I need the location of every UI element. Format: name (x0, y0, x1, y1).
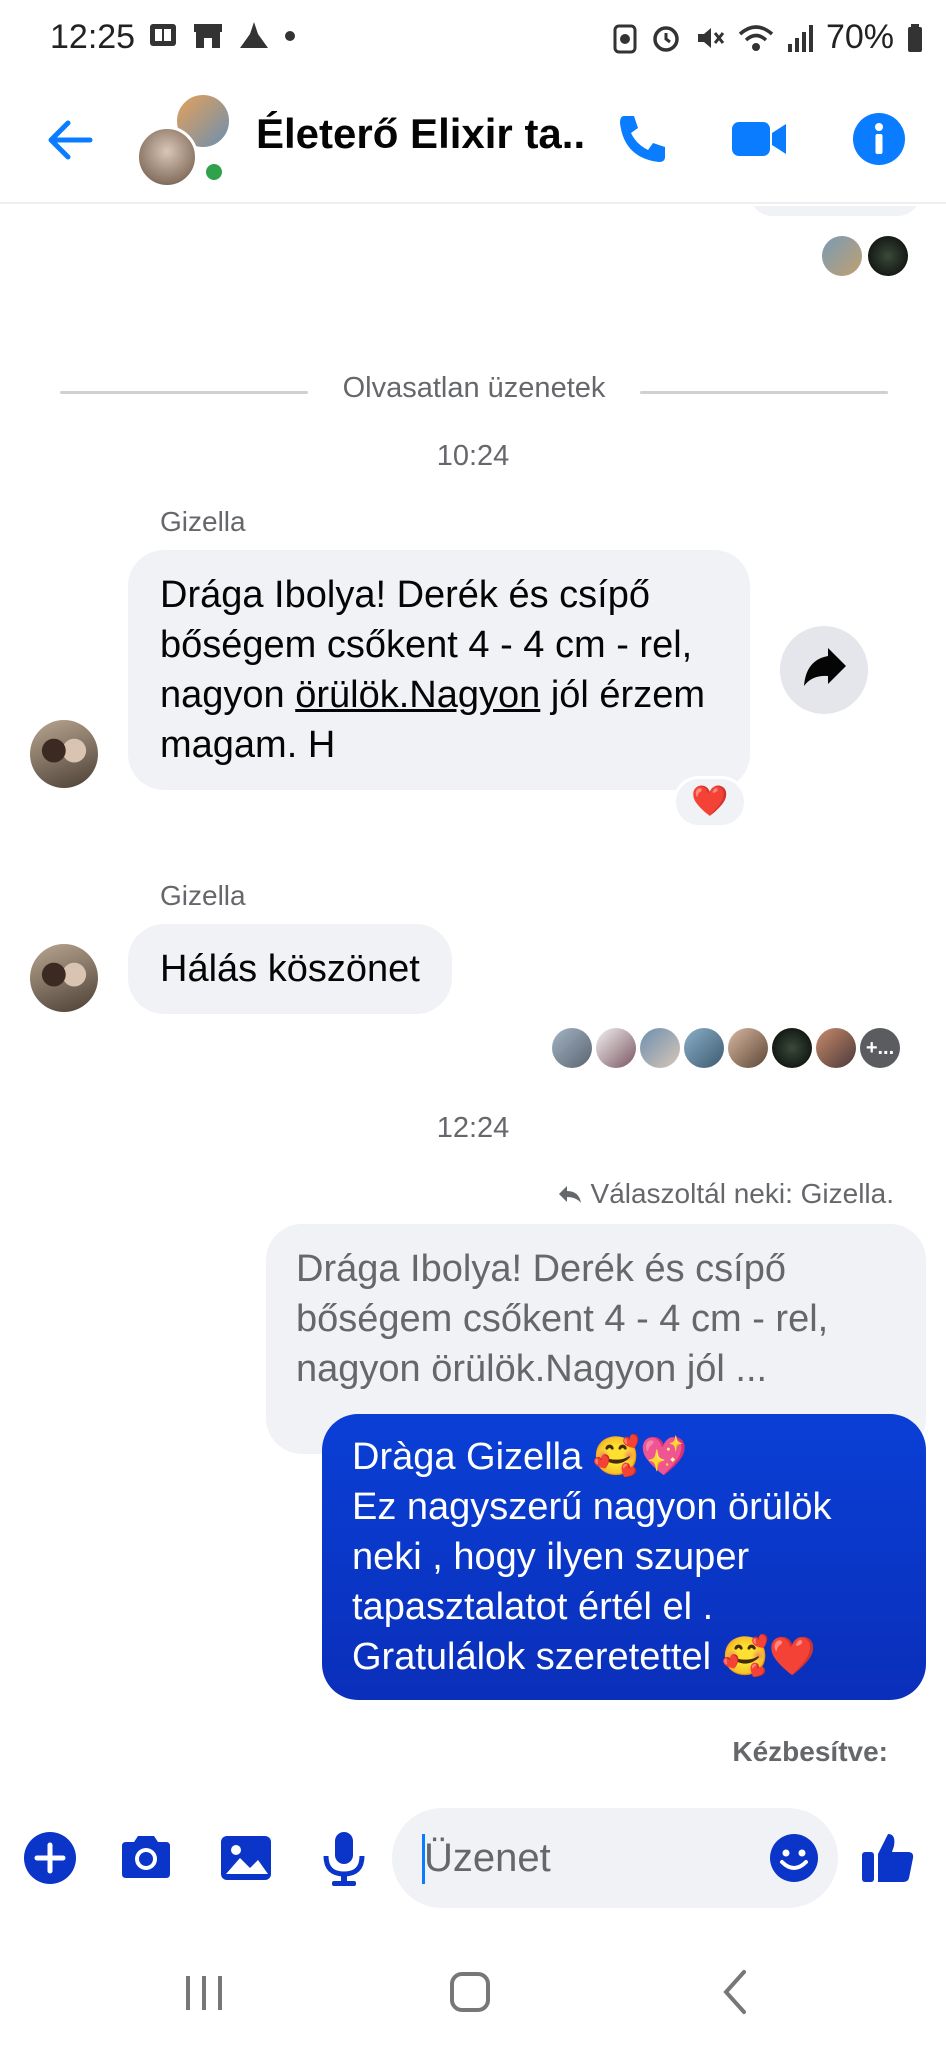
seen-avatar (816, 1028, 856, 1068)
unread-divider: Olvasatlan üzenetek (60, 372, 888, 412)
cleaning-notification-icon (240, 22, 268, 48)
reply-context-text: Válaszoltál neki: Gizella. (590, 1178, 894, 1209)
incoming-message-bubble[interactable]: Drága Ibolya! Derék és csípő bőségem cső… (128, 550, 750, 790)
seen-avatar (596, 1028, 636, 1068)
seen-avatar (772, 1028, 812, 1068)
info-icon (853, 113, 905, 165)
message-reaction[interactable]: ❤️ (673, 776, 747, 828)
conversation-info-button[interactable] (846, 106, 912, 172)
forward-button[interactable] (780, 626, 868, 714)
incoming-message-bubble[interactable]: Hálás köszönet (128, 924, 452, 1014)
message-input[interactable]: Üzenet (392, 1808, 838, 1908)
home-icon (450, 1972, 490, 2012)
recent-apps-button[interactable] (174, 1962, 234, 2022)
seen-avatar (552, 1028, 592, 1068)
alarm-icon (653, 25, 679, 52)
message-input-placeholder: Üzenet (424, 1836, 551, 1880)
camera-icon (122, 1836, 170, 1878)
sender-avatar[interactable] (30, 944, 98, 1012)
system-back-button[interactable] (706, 1962, 766, 2022)
conversation-title[interactable]: Életerő Elixir ta... (256, 110, 586, 158)
video-call-button[interactable] (726, 106, 792, 172)
store-notification-icon (194, 24, 222, 48)
audio-call-button[interactable] (610, 106, 676, 172)
arrow-left-icon (48, 120, 93, 160)
camera-button[interactable] (116, 1828, 176, 1888)
sender-avatar[interactable] (30, 720, 98, 788)
app-notification-icon (150, 24, 176, 46)
reply-arrow-icon (558, 1186, 581, 1203)
status-time: 12:25 (50, 18, 136, 56)
phone-icon (620, 116, 665, 162)
quoted-message-text: Drága Ibolya! Derék és csípő bőségem cső… (296, 1248, 829, 1390)
timestamp: 12:24 (436, 1112, 510, 1144)
seen-more-count: +... (860, 1028, 900, 1068)
sender-name: Gizella (160, 880, 246, 911)
seen-avatar (822, 236, 862, 276)
emoji-icon[interactable] (768, 1832, 820, 1884)
microphone-icon (323, 1832, 365, 1886)
status-system-icons: 70% (612, 18, 924, 57)
battery-icon (908, 23, 922, 52)
status-bar: 12:25 70% (0, 0, 946, 76)
seen-by-avatars[interactable]: +... (552, 1028, 900, 1068)
image-icon (221, 1836, 271, 1880)
status-notification-icons (148, 20, 296, 50)
group-member-avatar (136, 126, 198, 188)
seen-avatar (684, 1028, 724, 1068)
chevron-left-icon (723, 1970, 746, 2014)
thumbs-up-icon (862, 1834, 914, 1882)
share-arrow-icon (804, 648, 846, 686)
home-button[interactable] (440, 1962, 500, 2022)
group-avatar[interactable] (136, 92, 232, 188)
system-navigation-bar (0, 1928, 946, 2049)
outgoing-message-bubble[interactable]: Dràga Gizella 🥰💖 Ez nagyszerű nagyon örü… (322, 1414, 926, 1700)
message-text: Dràga Gizella 🥰💖 (352, 1436, 688, 1478)
message-composer: Üzenet (0, 1788, 946, 1928)
data-saver-icon (613, 24, 637, 53)
signal-icon (787, 24, 813, 52)
sender-name: Gizella (160, 506, 246, 537)
timestamp: 10:24 (436, 440, 510, 472)
wifi-icon (738, 24, 774, 51)
online-status-dot (202, 160, 226, 184)
more-actions-button[interactable] (20, 1828, 80, 1888)
voice-message-button[interactable] (314, 1828, 374, 1888)
back-button[interactable] (40, 110, 100, 170)
mute-icon (697, 27, 725, 48)
plus-circle-icon (24, 1832, 76, 1884)
seen-avatar (728, 1028, 768, 1068)
battery-percent: 70% (825, 18, 894, 56)
message-list[interactable]: Olvasatlan üzenetek 10:24 Gizella Drága … (0, 206, 946, 1788)
message-text: Ez nagyszerű nagyon örülök neki , hogy i… (352, 1486, 832, 1628)
like-button[interactable] (858, 1828, 918, 1888)
seen-avatar (640, 1028, 680, 1068)
recent-apps-icon (186, 1976, 222, 2010)
delivery-status: Kézbesítve: (732, 1736, 888, 1767)
message-link[interactable]: örülök.Nagyon (295, 674, 540, 716)
message-text: Hálás köszönet (160, 948, 420, 990)
gallery-button[interactable] (216, 1828, 276, 1888)
seen-avatar (868, 236, 908, 276)
unread-divider-label: Olvasatlan üzenetek (326, 372, 622, 404)
more-notifications-dot-icon (285, 31, 295, 41)
previous-message-bubble (750, 206, 920, 216)
conversation-header: Életerő Elixir ta... (0, 76, 946, 204)
message-text: Gratulálok szeretettel 🥰❤️ (352, 1636, 817, 1678)
reply-context-note: Válaszoltál neki: Gizella. (557, 1178, 894, 1210)
video-camera-icon (732, 122, 786, 156)
